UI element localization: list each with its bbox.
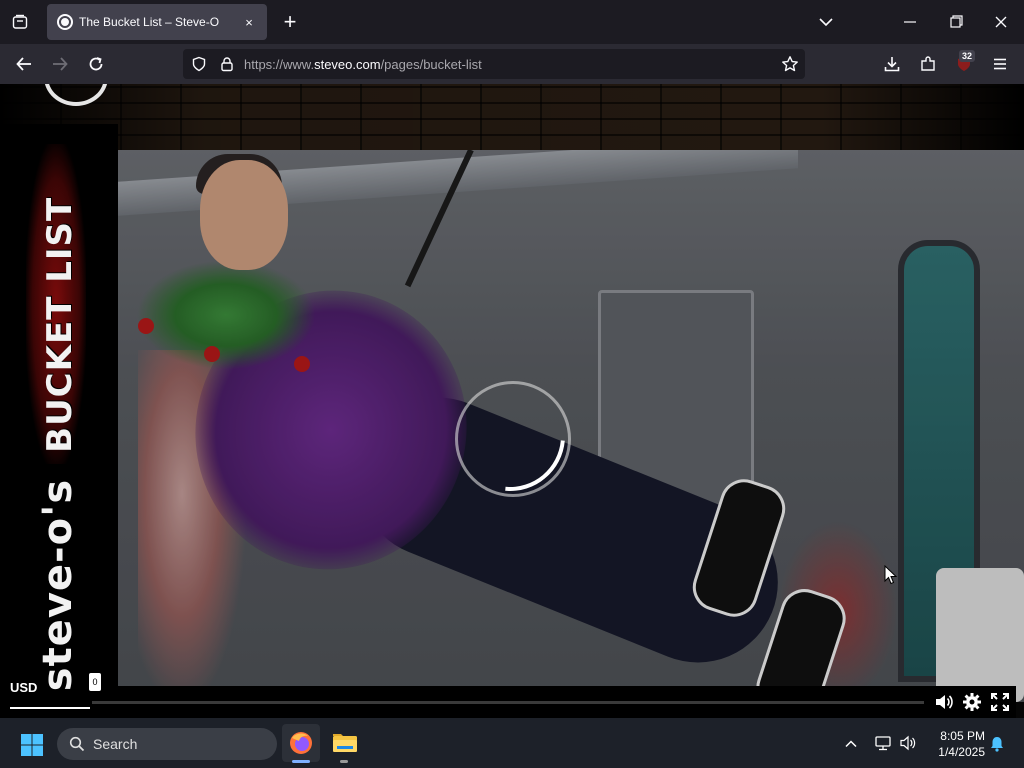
page-content: steve-o's BUCKET LIST USD 0 (0, 84, 1024, 718)
back-arrow-icon[interactable] (10, 50, 38, 78)
url-host: steveo.com (314, 57, 381, 72)
forward-arrow-icon[interactable] (46, 50, 74, 78)
lock-icon[interactable] (219, 56, 235, 72)
volume-icon[interactable] (934, 692, 954, 712)
url-prefix: https://www. (244, 57, 315, 72)
notification-bell-icon[interactable] (988, 735, 1006, 753)
minimize-icon[interactable] (898, 8, 922, 36)
taskbar-search[interactable]: Search (57, 728, 277, 760)
app-running-indicator (340, 760, 348, 763)
cart-count-badge[interactable]: 0 (89, 673, 101, 691)
fullscreen-icon[interactable] (990, 692, 1010, 712)
bookmark-star-icon[interactable] (781, 55, 799, 73)
tab-title: The Bucket List – Steve-O (79, 15, 220, 29)
currency-underline (10, 707, 90, 709)
tab-strip: The Bucket List – Steve-O × + (0, 0, 1024, 44)
restore-icon[interactable] (944, 8, 968, 36)
site-favicon-icon (57, 14, 73, 30)
side-title-steveo: steve-o's (35, 478, 81, 692)
extensions-puzzle-icon[interactable] (914, 50, 942, 78)
url-path: /pages/bucket-list (380, 57, 482, 72)
extension-count-badge: 32 (959, 50, 976, 62)
speaker-icon[interactable] (899, 735, 917, 751)
url-text[interactable]: https://www.steveo.com/pages/bucket-list (244, 57, 482, 72)
video-dim-overlay (118, 150, 1024, 702)
clock-date[interactable]: 1/4/2025 (925, 745, 985, 759)
menu-hamburger-icon[interactable] (986, 50, 1014, 78)
tab-close-icon[interactable]: × (239, 12, 259, 32)
reload-icon[interactable] (82, 50, 110, 78)
side-title-bucket: BUCKET LIST (40, 196, 80, 453)
network-icon[interactable] (874, 735, 892, 751)
gear-icon[interactable] (962, 692, 982, 712)
close-window-icon[interactable] (989, 8, 1013, 36)
firefox-taskbar-icon[interactable] (282, 724, 320, 762)
windows-taskbar: Search 8:05 PM 1/4/2025 (0, 718, 1024, 768)
video-progress-bar[interactable] (92, 701, 924, 704)
video-player[interactable] (118, 150, 1024, 702)
active-app-indicator (292, 760, 310, 763)
currency-selector[interactable]: USD (10, 680, 37, 695)
file-explorer-icon[interactable] (326, 724, 364, 762)
navigation-toolbar: https://www.steveo.com/pages/bucket-list (0, 44, 1024, 84)
tab-bucket-list[interactable]: The Bucket List – Steve-O × (47, 4, 267, 40)
mouse-cursor-icon (884, 564, 898, 585)
banner-shade (0, 84, 1024, 150)
search-icon (69, 736, 85, 752)
search-placeholder: Search (93, 736, 138, 752)
downloads-icon[interactable] (878, 50, 906, 78)
new-tab-button[interactable]: + (278, 8, 302, 36)
windows-start-icon[interactable] (20, 733, 44, 757)
address-bar[interactable]: https://www.steveo.com/pages/bucket-list (183, 49, 805, 79)
tracking-shield-icon[interactable] (191, 56, 207, 72)
side-title: steve-o's BUCKET LIST (35, 197, 81, 691)
video-controls (92, 686, 1016, 718)
clock-time[interactable]: 8:05 PM (930, 729, 985, 743)
tab-overview-icon[interactable] (6, 8, 34, 36)
chevron-up-icon[interactable] (843, 736, 859, 752)
chevron-down-icon[interactable] (812, 8, 840, 36)
